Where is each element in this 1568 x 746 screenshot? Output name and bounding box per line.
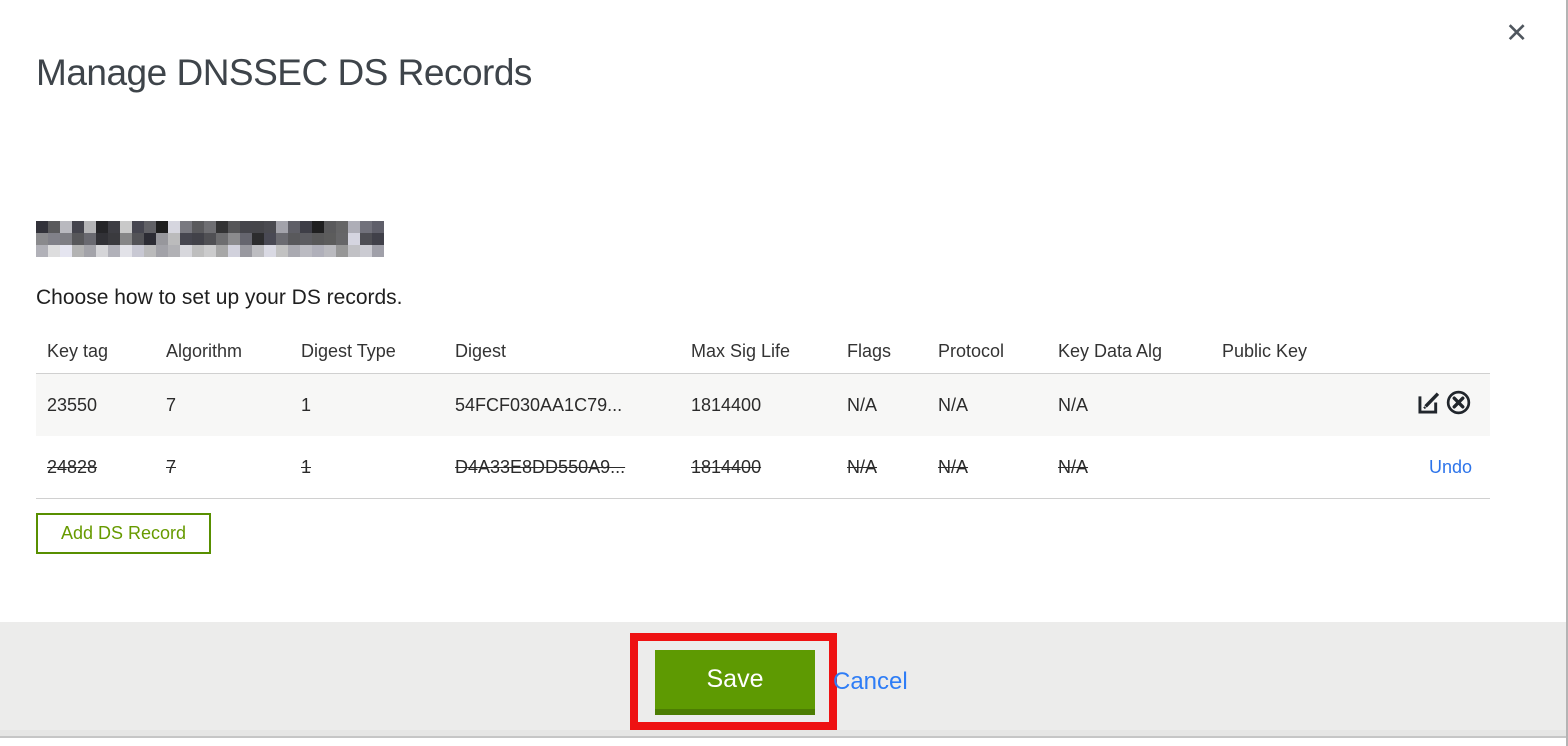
add-ds-record-button[interactable]: Add DS Record (36, 513, 212, 554)
cancel-link[interactable]: Cancel (833, 668, 908, 696)
instruction-text: Choose how to set up your DS records. (36, 286, 403, 309)
ds-records-table: Key tag Algorithm Digest Type Digest Max… (36, 330, 1490, 499)
table-row: 23550 7 1 54FCF030AA1C79... 1814400 N/A … (36, 373, 1490, 436)
column-header-flags: Flags (836, 330, 927, 374)
column-header-actions (1361, 330, 1490, 374)
footer-bottom-strip (0, 730, 1568, 736)
undo-link[interactable]: Undo (1429, 457, 1472, 477)
manage-dnssec-ds-records-modal: Manage DNSSEC DS Records ✕ Choose how to… (0, 0, 1568, 746)
cell-algorithm: 7 (166, 456, 177, 477)
cell-digest: D4A33E8DD550A9... (455, 456, 626, 477)
cell-digest-type: 1 (301, 394, 312, 415)
edit-record-icon[interactable] (1416, 389, 1443, 416)
cell-key-data-alg: N/A (1058, 394, 1089, 415)
cell-protocol: N/A (938, 456, 969, 477)
page-title: Manage DNSSEC DS Records (36, 51, 532, 93)
cell-key-tag: 24828 (47, 456, 98, 477)
column-header-algorithm: Algorithm (155, 330, 290, 374)
column-header-digest-type: Digest Type (290, 330, 444, 374)
delete-record-icon[interactable] (1445, 389, 1472, 416)
cell-flags: N/A (847, 394, 878, 415)
column-header-public-key: Public Key (1211, 330, 1361, 374)
column-header-key-tag: Key tag (36, 330, 155, 374)
cell-key-tag: 23550 (47, 394, 98, 415)
cell-max-sig-life: 1814400 (691, 456, 762, 477)
close-icon[interactable]: ✕ (1505, 20, 1528, 47)
cell-key-data-alg: N/A (1058, 456, 1089, 477)
cell-protocol: N/A (938, 394, 969, 415)
column-header-digest: Digest (444, 330, 680, 374)
column-header-protocol: Protocol (927, 330, 1047, 374)
table-header-row: Key tag Algorithm Digest Type Digest Max… (36, 330, 1490, 374)
redacted-domain-name (36, 221, 384, 257)
table-row-deleted: 24828 7 1 D4A33E8DD550A9... 1814400 N/A … (36, 436, 1490, 499)
cell-algorithm: 7 (166, 394, 177, 415)
column-header-key-data-alg: Key Data Alg (1047, 330, 1211, 374)
column-header-max-sig-life: Max Sig Life (680, 330, 836, 374)
cell-digest-type: 1 (301, 456, 312, 477)
cell-flags: N/A (847, 456, 878, 477)
cell-max-sig-life: 1814400 (691, 394, 762, 415)
cell-digest: 54FCF030AA1C79... (455, 394, 623, 415)
save-button[interactable]: Save (655, 650, 815, 715)
